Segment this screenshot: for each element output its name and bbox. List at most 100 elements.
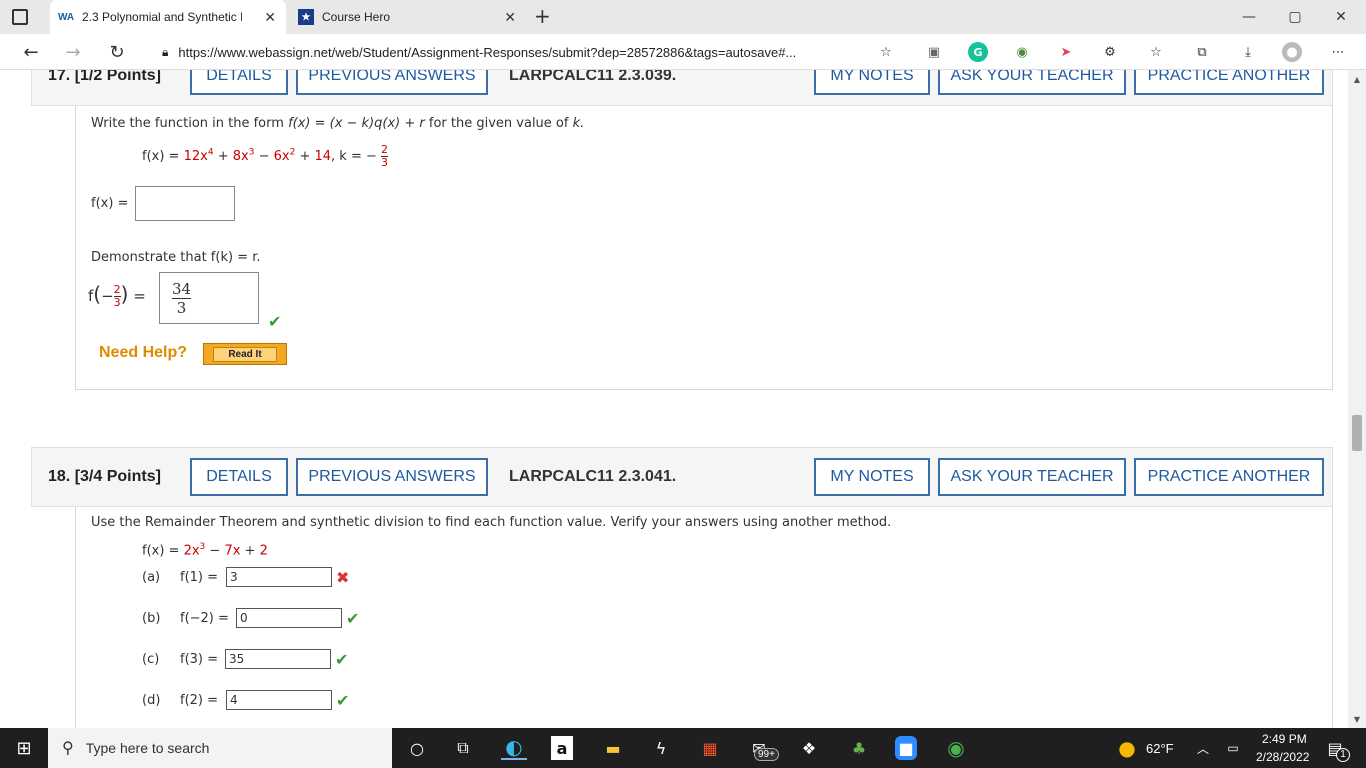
part-b-input[interactable]: 0 xyxy=(236,608,342,628)
windows-start-icon[interactable]: ⊞ xyxy=(11,736,37,760)
clock-time[interactable]: 2:49 PM xyxy=(1262,732,1307,746)
part-label: (c) xyxy=(142,652,160,667)
ask-your-teacher-button[interactable]: ASK YOUR TEACHER xyxy=(938,70,1126,95)
minimize-button[interactable]: — xyxy=(1226,0,1272,34)
extensions-icon[interactable]: ⚙ xyxy=(1100,42,1120,62)
part-label: (d) xyxy=(142,693,161,708)
problem-code: LARPCALC11 2.3.041. xyxy=(509,468,677,485)
address-bar: ← → ↻ 🔒︎ https://www.webassign.net/web/S… xyxy=(0,34,1366,70)
back-icon[interactable]: ← xyxy=(16,40,46,64)
battery-icon[interactable]: ▭ xyxy=(1220,736,1246,760)
close-tab-icon[interactable]: ✕ xyxy=(504,9,516,26)
part-c-input[interactable]: 35 xyxy=(225,649,331,669)
zoom-icon[interactable]: ■ xyxy=(895,736,917,760)
correct-check-icon: ✔ xyxy=(336,691,350,710)
search-placeholder: Type here to search xyxy=(85,740,210,756)
k-fraction: 23 xyxy=(381,143,389,169)
mail-badge: 99+ xyxy=(754,748,779,761)
close-tab-icon[interactable]: ✕ xyxy=(264,9,276,26)
extension-arrow-icon[interactable]: ➤ xyxy=(1056,42,1076,62)
chevron-up-icon[interactable]: ︿ xyxy=(1190,736,1216,760)
game-icon[interactable]: ♣ xyxy=(846,736,872,760)
file-explorer-icon[interactable]: ▬ xyxy=(600,736,626,760)
tab-actions-icon[interactable] xyxy=(12,9,28,25)
lock-icon: 🔒︎ xyxy=(162,44,169,59)
extension-owl-icon[interactable]: ◉ xyxy=(1012,42,1032,62)
notification-count: 1 xyxy=(1336,748,1350,762)
tab-course-hero[interactable]: ★ Course Hero ✕ xyxy=(292,0,526,34)
part-d-input[interactable]: 4 xyxy=(226,690,332,710)
question-18-header: 18. [3/4 Points] DETAILS PREVIOUS ANSWER… xyxy=(31,447,1333,507)
function-definition: f(x) = 2x3 − 7x + 2 xyxy=(142,542,268,559)
add-favorite-icon[interactable]: ☆ xyxy=(876,42,896,62)
question-17-header: 17. [1/2 Points] DETAILS PREVIOUS ANSWER… xyxy=(31,70,1333,106)
question-18-body: Use the Remainder Theorem and synthetic … xyxy=(75,507,1333,728)
instruction: Use the Remainder Theorem and synthetic … xyxy=(91,515,892,530)
dropbox-icon[interactable]: ❖ xyxy=(796,736,822,760)
cortana-icon[interactable]: ○ xyxy=(404,736,430,760)
close-window-button[interactable]: ✕ xyxy=(1318,0,1364,34)
new-tab-button[interactable]: + xyxy=(534,4,551,28)
task-view-icon[interactable]: ⧉ xyxy=(450,736,476,760)
instruction: Write the function in the form f(x) = (x… xyxy=(91,116,585,131)
webassign-favicon-icon: WA xyxy=(57,11,75,23)
amazon-icon[interactable]: a xyxy=(551,736,573,760)
collections-icon[interactable]: ⧉ xyxy=(1192,42,1212,62)
fk-answer-input[interactable]: 34 3 xyxy=(159,272,259,324)
grammarly-icon[interactable]: G xyxy=(968,42,988,62)
microsoft-store-icon[interactable]: ▦ xyxy=(697,736,723,760)
tab-bar: WA 2.3 Polynomial and Synthetic Div ✕ ★ … xyxy=(0,0,1366,34)
chrome-icon[interactable]: ◉ xyxy=(943,736,969,760)
forward-icon[interactable]: → xyxy=(58,40,88,64)
answer-label: f(x) = xyxy=(91,196,129,211)
details-button[interactable]: DETAILS xyxy=(190,458,288,496)
previous-answers-button[interactable]: PREVIOUS ANSWERS xyxy=(296,70,488,95)
details-button[interactable]: DETAILS xyxy=(190,70,288,95)
tab-webassign[interactable]: WA 2.3 Polynomial and Synthetic Div ✕ xyxy=(50,0,286,34)
taskbar-search[interactable]: ⚲ Type here to search xyxy=(48,728,392,768)
downloads-icon[interactable]: ⤓ xyxy=(1238,42,1258,62)
favorites-icon[interactable]: ☆ xyxy=(1146,42,1166,62)
taskbar: ⊞ ⚲ Type here to search ○ ⧉ ◐ a ▬ ϟ ▦ ✉ … xyxy=(0,728,1366,768)
problem-code: LARPCALC11 2.3.039. xyxy=(509,70,677,84)
part-a-input[interactable]: 3 xyxy=(226,567,332,587)
extension-icon[interactable]: ▣ xyxy=(924,42,944,62)
function-definition: f(x) = 12x4 + 8x3 − 6x2 + 14, k = − 23 xyxy=(142,143,389,169)
url-field[interactable]: 🔒︎ https://www.webassign.net/web/Student… xyxy=(150,39,910,65)
edge-icon[interactable]: ◐ xyxy=(501,735,527,760)
previous-answers-button[interactable]: PREVIOUS ANSWERS xyxy=(296,458,488,496)
weather-temp[interactable]: 62°F xyxy=(1146,741,1174,756)
correct-check-icon: ✔ xyxy=(335,650,349,669)
part-expression: f(1) = xyxy=(180,570,219,585)
profile-avatar[interactable]: ● xyxy=(1282,42,1302,62)
my-notes-button[interactable]: MY NOTES xyxy=(814,70,930,95)
tab-title: Course Hero xyxy=(322,10,391,24)
more-icon[interactable]: ⋯ xyxy=(1328,42,1348,62)
question-number: 18. [3/4 Points] xyxy=(48,468,161,485)
ask-your-teacher-button[interactable]: ASK YOUR TEACHER xyxy=(938,458,1126,496)
tab-title: 2.3 Polynomial and Synthetic Div xyxy=(82,10,242,24)
read-it-button[interactable]: Read It xyxy=(203,343,287,365)
part-expression: f(3) = xyxy=(180,652,219,667)
url-text: https://www.webassign.net/web/Student/As… xyxy=(178,44,797,60)
practice-another-button[interactable]: PRACTICE ANOTHER xyxy=(1134,458,1324,496)
scroll-down-icon[interactable]: ▼ xyxy=(1348,712,1366,726)
restore-button[interactable]: ▢ xyxy=(1272,0,1318,34)
weather-sun-icon: ● xyxy=(1118,736,1136,760)
refresh-icon[interactable]: ↻ xyxy=(102,40,132,64)
fx-answer-input[interactable] xyxy=(135,186,235,221)
app-bolt-icon[interactable]: ϟ xyxy=(648,736,674,760)
page-content: 17. [1/2 Points] DETAILS PREVIOUS ANSWER… xyxy=(0,70,1348,728)
question-number: 17. [1/2 Points] xyxy=(48,70,161,84)
demonstrate-text: Demonstrate that f(k) = r. xyxy=(91,250,261,265)
scrollbar-thumb[interactable] xyxy=(1352,415,1362,451)
scroll-up-icon[interactable]: ▲ xyxy=(1348,72,1366,86)
my-notes-button[interactable]: MY NOTES xyxy=(814,458,930,496)
page-scrollbar[interactable]: ▲ ▼ xyxy=(1348,70,1366,728)
correct-check-icon: ✔ xyxy=(346,609,360,628)
incorrect-x-icon: ✖ xyxy=(336,568,350,587)
clock-date[interactable]: 2/28/2022 xyxy=(1256,750,1309,764)
practice-another-button[interactable]: PRACTICE ANOTHER xyxy=(1134,70,1324,95)
search-icon: ⚲ xyxy=(62,740,74,757)
part-expression: f(−2) = xyxy=(180,611,229,626)
